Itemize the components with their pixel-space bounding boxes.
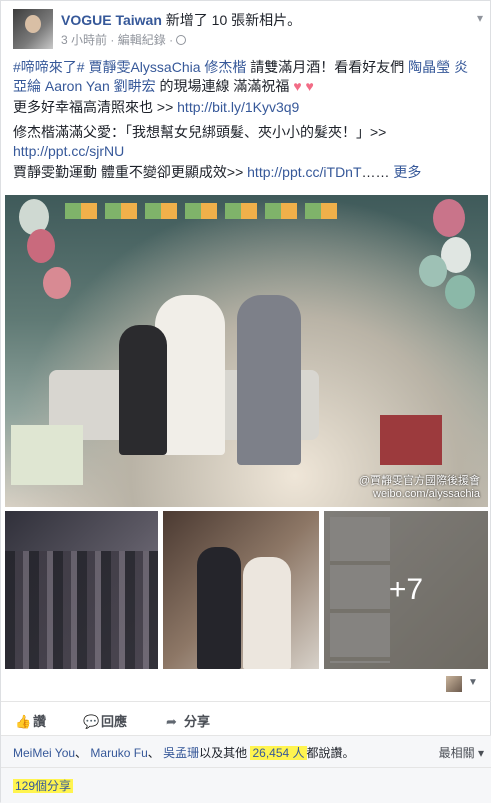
post-actions: 👍 讚 💬 回應 ➦ 分享 xyxy=(1,701,491,735)
shares-summary: 129個分享 xyxy=(1,767,491,803)
likes-sep-2: 、 xyxy=(147,746,160,760)
line2-text: 的現場連線 滿滿祝福 xyxy=(155,78,290,94)
figure-man xyxy=(197,547,241,669)
photo-thumb-3[interactable]: +7 xyxy=(324,511,488,669)
line3-text: 更多好幸福高清照來也 >> xyxy=(13,99,178,115)
photo-avatar-mini[interactable] xyxy=(446,676,462,692)
photo-thumb-2[interactable] xyxy=(163,511,319,669)
share-icon: ➦ xyxy=(166,714,177,729)
tag-xiu[interactable]: 修杰楷 xyxy=(204,59,246,75)
sort-dropdown[interactable]: 最相關 ▾ xyxy=(439,744,484,761)
balloon-shape-4 xyxy=(433,199,465,237)
globe-icon[interactable] xyxy=(176,35,187,45)
liker-3[interactable]: 吳孟珊 xyxy=(163,746,199,760)
line1-text: 請雙滿月酒！看看好友們 xyxy=(246,59,405,75)
figure-girl xyxy=(119,325,167,455)
chevron-down-icon[interactable]: ▾ xyxy=(477,11,483,25)
comment-icon: 💬 xyxy=(83,714,100,729)
heart-emoji: ♥ ♥ xyxy=(293,78,314,94)
share-label: 分享 xyxy=(184,714,211,729)
see-more-link[interactable]: 更多 xyxy=(393,164,421,180)
meta-separator-2: · xyxy=(169,33,174,47)
liker-2[interactable]: Maruko Fu xyxy=(90,746,147,760)
balloon-shape-7 xyxy=(445,275,475,309)
likes-middle: 以及其他 xyxy=(199,746,251,760)
post-time[interactable]: 3 小時前 xyxy=(61,33,107,47)
gift-box-shape-2 xyxy=(11,425,83,485)
figure-woman xyxy=(243,557,291,669)
tag-tao[interactable]: 陶晶瑩 xyxy=(408,59,450,75)
figure-suit xyxy=(237,295,301,465)
watermark-line-1: @賈靜雯官方國際後援會 xyxy=(358,475,480,487)
main-photo[interactable]: @賈靜雯官方國際後援會 weibo.com/alyssachia xyxy=(5,195,488,507)
like-button[interactable]: 👍 讚 xyxy=(15,711,46,730)
post-line-4: 修杰楷滿滿父愛：「我想幫女兒綁頭髮、夾小小的髮夾！」>> http://ppt.… xyxy=(13,123,481,161)
balloon-shape-6 xyxy=(419,255,447,287)
post-header: VOGUE Taiwan 新增了 10 張新相片。 3 小時前 · 編輯紀錄 ·… xyxy=(13,9,483,49)
link-ppt-2[interactable]: http://ppt.cc/iTDnT xyxy=(247,164,361,180)
post-body: #啼啼來了# 賈靜雯AlyssaChia 修杰楷 請雙滿月酒！看看好友們 陶晶瑩… xyxy=(13,58,481,184)
likes-suffix: 都說讚。 xyxy=(306,746,355,760)
balloon-shape-3 xyxy=(43,267,71,299)
watermark-line-2: weibo.com/alyssachia xyxy=(373,488,480,500)
line5-text: 賈靜雯勤運動 體重不變卻更顯成效>> xyxy=(13,164,248,180)
post-line-1: #啼啼來了# 賈靜雯AlyssaChia 修杰楷 請雙滿月酒！看看好友們 陶晶瑩… xyxy=(13,58,481,96)
comment-button[interactable]: 💬 回應 xyxy=(83,711,127,730)
photo-watermark: @賈靜雯官方國際後援會 weibo.com/alyssachia xyxy=(359,475,480,501)
post-action-text: 新增了 10 張新相片。 xyxy=(165,12,302,28)
share-button[interactable]: ➦ 分享 xyxy=(166,711,210,730)
like-label: 讚 xyxy=(33,714,47,729)
edit-history-link[interactable]: 編輯紀錄 xyxy=(118,33,166,47)
liker-1[interactable]: MeiMei You xyxy=(13,746,75,760)
likes-summary: MeiMei You、 Maruko Fu、 吳孟珊以及其他 26,454 人都… xyxy=(1,735,491,767)
comment-label: 回應 xyxy=(101,714,128,729)
gift-box-shape xyxy=(380,415,442,465)
page-name-link[interactable]: VOGUE Taiwan xyxy=(61,12,162,28)
likes-sep-1: 、 xyxy=(75,746,88,760)
tag-liu[interactable]: 劉畊宏 xyxy=(114,78,156,94)
link-ppt-1[interactable]: http://ppt.cc/sjrNU xyxy=(13,143,124,159)
hashtag-link[interactable]: #啼啼來了# xyxy=(13,59,85,75)
ellipsis: …… xyxy=(361,164,390,180)
crowd-shape xyxy=(5,551,158,669)
tag-alyssa[interactable]: 賈靜雯AlyssaChia xyxy=(88,59,200,75)
post-meta: 3 小時前 · 編輯紀錄 · xyxy=(61,31,187,48)
photo-thumb-1[interactable] xyxy=(5,511,158,669)
thumbs-up-icon: 👍 xyxy=(15,714,32,729)
post-line-3: 更多好幸福高清照來也 >> http://bit.ly/1Kyv3q9 xyxy=(13,98,481,117)
post-title: VOGUE Taiwan 新增了 10 張新相片。 xyxy=(61,10,301,30)
page-avatar[interactable] xyxy=(13,9,53,49)
post-card: VOGUE Taiwan 新增了 10 張新相片。 3 小時前 · 編輯紀錄 ·… xyxy=(0,0,491,803)
more-photos-overlay[interactable]: +7 xyxy=(324,511,488,669)
likes-count-link[interactable]: 26,454 人 xyxy=(250,746,307,760)
bunting-flags xyxy=(65,203,345,219)
meta-separator: · xyxy=(110,33,115,47)
post-line-5: 賈靜雯勤運動 體重不變卻更顯成效>> http://ppt.cc/iTDnT……… xyxy=(13,163,481,182)
balloon-shape-2 xyxy=(27,229,55,263)
shares-count-link[interactable]: 129個分享 xyxy=(13,779,74,793)
link-bitly[interactable]: http://bit.ly/1Kyv3q9 xyxy=(177,99,299,115)
chevron-down-icon[interactable]: ▼ xyxy=(468,677,478,688)
line4-text: 修杰楷滿滿父愛：「我想幫女兒綁頭髮、夾小小的髮夾！」>> xyxy=(13,124,387,140)
